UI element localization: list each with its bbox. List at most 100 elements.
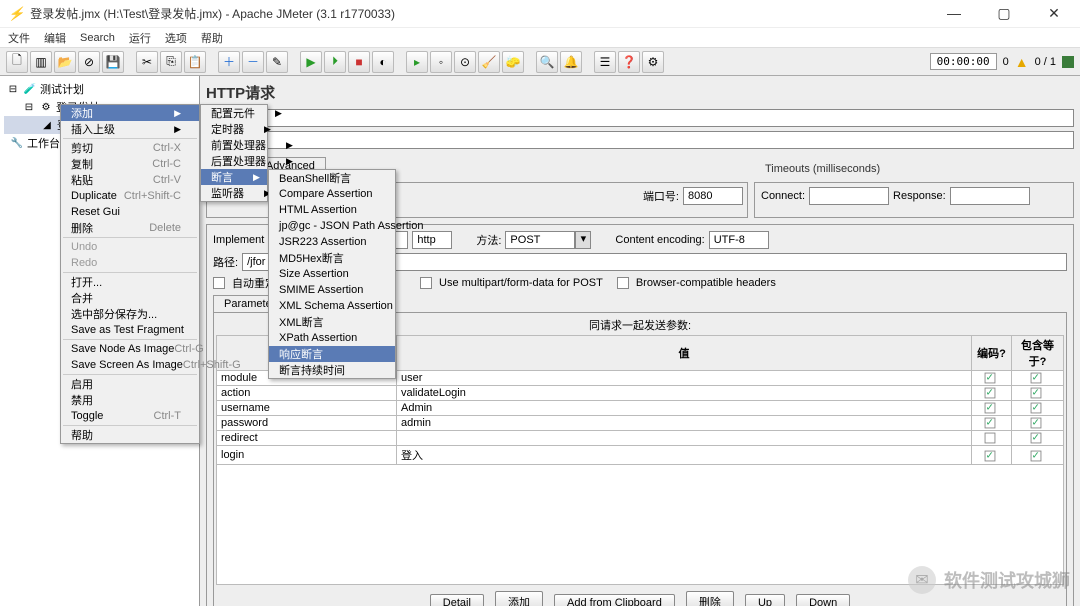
assert-jsr[interactable]: JSR223 Assertion (269, 234, 395, 250)
save-icon[interactable]: 💾 (102, 51, 124, 73)
menu-file[interactable]: 文件 (8, 30, 30, 46)
sub-postprocessor[interactable]: 后置处理器▶ (201, 153, 267, 169)
assert-duration[interactable]: 断言持续时间 (269, 362, 395, 378)
remote-shutdown-icon[interactable]: ⊙ (454, 51, 476, 73)
new-icon[interactable]: 🗋 (6, 51, 28, 73)
ctx-delete[interactable]: 删除Delete (61, 220, 199, 236)
start-icon[interactable]: ▶ (300, 51, 322, 73)
templates-icon[interactable]: ▥ (30, 51, 52, 73)
maximize-button[interactable]: ▢ (986, 5, 1022, 22)
assert-smime[interactable]: SMIME Assertion (269, 282, 395, 298)
add-button[interactable]: 添加 (495, 591, 543, 606)
name-input[interactable] (206, 109, 1074, 127)
ctx-save-selection[interactable]: 选中部分保存为... (61, 306, 199, 322)
menu-search[interactable]: Search (80, 32, 115, 44)
watermark: ✉ 软件测试攻城狮 (908, 566, 1070, 594)
protocol-input[interactable] (412, 231, 452, 249)
up-button[interactable]: Up (745, 594, 785, 606)
add-clipboard-button[interactable]: Add from Clipboard (554, 594, 675, 606)
menu-edit[interactable]: 编辑 (44, 30, 66, 46)
ctx-merge[interactable]: 合并 (61, 290, 199, 306)
method-select[interactable] (505, 231, 575, 249)
search-icon[interactable]: 🔍 (536, 51, 558, 73)
detail-button[interactable]: Detail (430, 594, 484, 606)
ctx-reset[interactable]: Reset Gui (61, 204, 199, 220)
assert-xmlschema[interactable]: XML Schema Assertion (269, 298, 395, 314)
copy-icon[interactable]: ⎘ (160, 51, 182, 73)
assert-response[interactable]: 响应断言 (269, 346, 395, 362)
col-include[interactable]: 包含等于? (1012, 336, 1064, 371)
ctx-open[interactable]: 打开... (61, 274, 199, 290)
expand-icon[interactable]: ＋ (218, 51, 240, 73)
ctx-insert[interactable]: 插入上级▶ (61, 121, 199, 137)
table-row[interactable]: usernameAdmin (217, 401, 1064, 416)
assert-xml[interactable]: XML断言 (269, 314, 395, 330)
delete-button[interactable]: 删除 (686, 591, 734, 606)
assert-html[interactable]: HTML Assertion (269, 202, 395, 218)
assert-beanshell[interactable]: BeanShell断言 (269, 170, 395, 186)
multipart-checkbox[interactable] (420, 277, 432, 289)
open-icon[interactable]: 📂 (54, 51, 76, 73)
ctx-enable[interactable]: 启用 (61, 376, 199, 392)
table-row[interactable]: actionvalidateLogin (217, 386, 1064, 401)
assert-json[interactable]: jp@gc - JSON Path Assertion (269, 218, 395, 234)
menu-options[interactable]: 选项 (165, 30, 187, 46)
sub-timer[interactable]: 定时器▶ (201, 121, 267, 137)
ctx-toggle[interactable]: ToggleCtrl-T (61, 408, 199, 424)
clear-icon[interactable]: 🧹 (478, 51, 500, 73)
stop-icon[interactable]: ■ (348, 51, 370, 73)
port-input[interactable] (683, 187, 743, 205)
assert-size[interactable]: Size Assertion (269, 266, 395, 282)
browser-compat-checkbox[interactable] (617, 277, 629, 289)
ctx-disable[interactable]: 禁用 (61, 392, 199, 408)
collapse-icon[interactable]: － (242, 51, 264, 73)
ctx-duplicate[interactable]: DuplicateCtrl+Shift-C (61, 188, 199, 204)
down-button[interactable]: Down (796, 594, 850, 606)
remote-start-icon[interactable]: ▸ (406, 51, 428, 73)
table-row[interactable]: redirect (217, 431, 1064, 446)
cut-icon[interactable]: ✂ (136, 51, 158, 73)
table-row[interactable]: login登入 (217, 446, 1064, 465)
start-no-timers-icon[interactable]: ⏵ (324, 51, 346, 73)
sub-config[interactable]: 配置元件▶ (201, 105, 267, 121)
tree-testplan[interactable]: ⊟🧪测试计划 (4, 80, 195, 98)
warning-icon[interactable]: ▲ (1015, 54, 1029, 70)
redirect-checkbox[interactable] (213, 277, 225, 289)
ctx-copy[interactable]: 复制Ctrl-C (61, 156, 199, 172)
remote-stop-icon[interactable]: ◦ (430, 51, 452, 73)
assert-compare[interactable]: Compare Assertion (269, 186, 395, 202)
method-dropdown-icon[interactable]: ▾ (575, 231, 591, 249)
ctx-save-screen-image[interactable]: Save Screen As ImageCtrl+Shift-G (61, 357, 199, 373)
tool-icon[interactable]: ⚙ (642, 51, 664, 73)
close-icon[interactable]: ⊘ (78, 51, 100, 73)
reset-search-icon[interactable]: 🔔 (560, 51, 582, 73)
sub-listener[interactable]: 监听器▶ (201, 185, 267, 201)
toggle-icon[interactable]: ✎ (266, 51, 288, 73)
menu-help[interactable]: 帮助 (201, 30, 223, 46)
encoding-input[interactable] (709, 231, 769, 249)
minimize-button[interactable]: — (936, 5, 972, 22)
close-button[interactable]: ✕ (1036, 5, 1072, 22)
ctx-add[interactable]: 添加▶ (61, 105, 199, 121)
ctx-save-fragment[interactable]: Save as Test Fragment (61, 322, 199, 338)
ctx-cut[interactable]: 剪切Ctrl-X (61, 140, 199, 156)
comment-input[interactable] (206, 131, 1074, 149)
function-helper-icon[interactable]: ☰ (594, 51, 616, 73)
assert-xpath[interactable]: XPath Assertion (269, 330, 395, 346)
clear-all-icon[interactable]: 🧽 (502, 51, 524, 73)
table-row[interactable]: passwordadmin (217, 416, 1064, 431)
ctx-paste[interactable]: 粘贴Ctrl-V (61, 172, 199, 188)
col-encode[interactable]: 编码? (972, 336, 1012, 371)
assert-md5[interactable]: MD5Hex断言 (269, 250, 395, 266)
ctx-save-node-image[interactable]: Save Node As ImageCtrl-G (61, 341, 199, 357)
sub-assertion[interactable]: 断言▶ (201, 169, 267, 185)
sub-preprocessor[interactable]: 前置处理器▶ (201, 137, 267, 153)
connect-input[interactable] (809, 187, 889, 205)
menu-run[interactable]: 运行 (129, 30, 151, 46)
col-value[interactable]: 值 (397, 336, 972, 371)
shutdown-icon[interactable]: ◐ (372, 51, 394, 73)
ctx-help[interactable]: 帮助 (61, 427, 199, 443)
paste-icon[interactable]: 📋 (184, 51, 206, 73)
response-input[interactable] (950, 187, 1030, 205)
help-icon[interactable]: ❓ (618, 51, 640, 73)
